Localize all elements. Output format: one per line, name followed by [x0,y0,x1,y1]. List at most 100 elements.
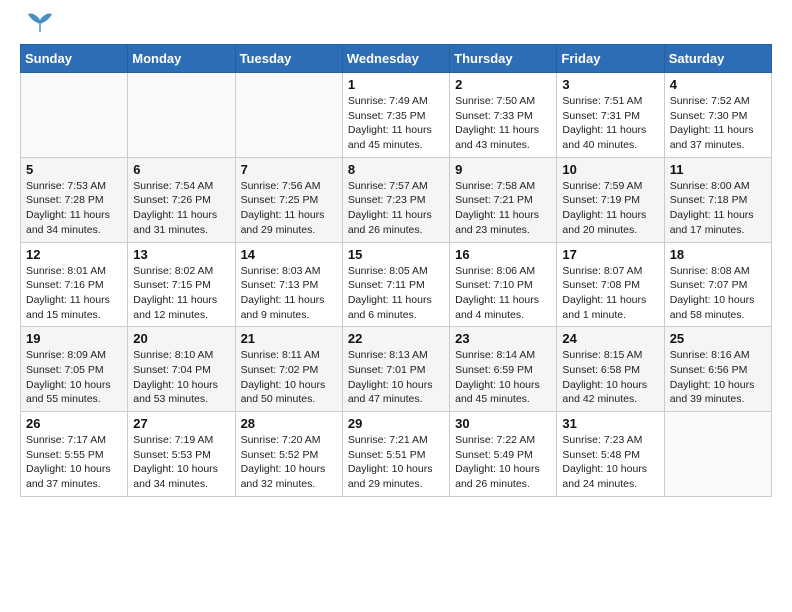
day-number: 6 [133,162,229,177]
day-info: Sunrise: 7:19 AM Sunset: 5:53 PM Dayligh… [133,433,229,492]
calendar-cell: 7Sunrise: 7:56 AM Sunset: 7:25 PM Daylig… [235,157,342,242]
calendar-cell: 29Sunrise: 7:21 AM Sunset: 5:51 PM Dayli… [342,412,449,497]
calendar-cell: 18 Sunrise: 8:08 AM Sunset: 7:07 PM Dayli… [664,242,771,327]
day-info: Sunrise: 7:54 AM Sunset: 7:26 PM Dayligh… [133,179,229,238]
calendar-cell: 25 Sunrise: 8:16 AM Sunset: 6:56 PM Dayli… [664,327,771,412]
day-info: Sunrise: 8:14 AM Sunset: 6:59 PM Dayligh… [455,348,551,407]
day-number: 11 [670,162,766,177]
day-number: 8 [348,162,444,177]
calendar-cell: 23 Sunrise: 8:14 AM Sunset: 6:59 PM Dayli… [450,327,557,412]
page-header [20,20,772,34]
day-info: Sunrise: 8:07 AM Sunset: 7:08 PM Dayligh… [562,264,658,323]
calendar-cell: 11 Sunrise: 8:00 AM Sunset: 7:18 PM Dayli… [664,157,771,242]
day-info: Sunrise: 7:52 AM Sunset: 7:30 PM Dayligh… [670,94,766,153]
calendar-cell: 9 Sunrise: 7:58 AM Sunset: 7:21 PM Daylig… [450,157,557,242]
day-number: 17 [562,247,658,262]
weekday-header-row: SundayMondayTuesdayWednesdayThursdayFrid… [21,45,772,73]
day-info: Sunrise: 8:10 AM Sunset: 7:04 PM Dayligh… [133,348,229,407]
day-number: 5 [26,162,122,177]
calendar-cell: 12 Sunrise: 8:01 AM Sunset: 7:16 PM Dayli… [21,242,128,327]
calendar-table: SundayMondayTuesdayWednesdayThursdayFrid… [20,44,772,497]
calendar-cell: 21 Sunrise: 8:11 AM Sunset: 7:02 PM Dayli… [235,327,342,412]
calendar-cell: 15 Sunrise: 8:05 AM Sunset: 7:11 PM Dayli… [342,242,449,327]
day-info: Sunrise: 8:01 AM Sunset: 7:16 PM Dayligh… [26,264,122,323]
weekday-header: Friday [557,45,664,73]
day-info: Sunrise: 7:22 AM Sunset: 5:49 PM Dayligh… [455,433,551,492]
calendar-cell: 3 Sunrise: 7:51 AM Sunset: 7:31 PM Daylig… [557,73,664,158]
calendar-cell: 30 Sunrise: 7:22 AM Sunset: 5:49 PM Dayli… [450,412,557,497]
day-number: 18 [670,247,766,262]
day-info: Sunrise: 8:06 AM Sunset: 7:10 PM Dayligh… [455,264,551,323]
logo-bird-icon [24,12,56,34]
calendar-week-row: 5Sunrise: 7:53 AM Sunset: 7:28 PM Daylig… [21,157,772,242]
day-number: 22 [348,331,444,346]
day-number: 10 [562,162,658,177]
logo [20,20,56,34]
day-info: Sunrise: 8:03 AM Sunset: 7:13 PM Dayligh… [241,264,337,323]
day-number: 9 [455,162,551,177]
day-number: 23 [455,331,551,346]
day-number: 16 [455,247,551,262]
calendar-week-row: 26Sunrise: 7:17 AM Sunset: 5:55 PM Dayli… [21,412,772,497]
day-info: Sunrise: 8:16 AM Sunset: 6:56 PM Dayligh… [670,348,766,407]
day-info: Sunrise: 7:56 AM Sunset: 7:25 PM Dayligh… [241,179,337,238]
day-number: 3 [562,77,658,92]
day-number: 25 [670,331,766,346]
day-info: Sunrise: 7:23 AM Sunset: 5:48 PM Dayligh… [562,433,658,492]
day-number: 2 [455,77,551,92]
calendar-cell: 4 Sunrise: 7:52 AM Sunset: 7:30 PM Daylig… [664,73,771,158]
day-info: Sunrise: 7:59 AM Sunset: 7:19 PM Dayligh… [562,179,658,238]
day-number: 27 [133,416,229,431]
calendar-cell: 26Sunrise: 7:17 AM Sunset: 5:55 PM Dayli… [21,412,128,497]
weekday-header: Monday [128,45,235,73]
day-number: 29 [348,416,444,431]
day-number: 28 [241,416,337,431]
calendar-cell: 22Sunrise: 8:13 AM Sunset: 7:01 PM Dayli… [342,327,449,412]
calendar-week-row: 1 Sunrise: 7:49 AM Sunset: 7:35 PM Daylig… [21,73,772,158]
calendar-cell: 10 Sunrise: 7:59 AM Sunset: 7:19 PM Dayli… [557,157,664,242]
day-number: 30 [455,416,551,431]
calendar-cell: 19 Sunrise: 8:09 AM Sunset: 7:05 PM Dayli… [21,327,128,412]
day-info: Sunrise: 7:57 AM Sunset: 7:23 PM Dayligh… [348,179,444,238]
weekday-header: Tuesday [235,45,342,73]
calendar-cell [128,73,235,158]
day-info: Sunrise: 8:00 AM Sunset: 7:18 PM Dayligh… [670,179,766,238]
calendar-cell [235,73,342,158]
calendar-cell: 16 Sunrise: 8:06 AM Sunset: 7:10 PM Dayli… [450,242,557,327]
day-number: 15 [348,247,444,262]
calendar-cell [664,412,771,497]
calendar-cell: 20 Sunrise: 8:10 AM Sunset: 7:04 PM Dayli… [128,327,235,412]
weekday-header: Thursday [450,45,557,73]
calendar-cell: 17 Sunrise: 8:07 AM Sunset: 7:08 PM Dayli… [557,242,664,327]
day-info: Sunrise: 7:49 AM Sunset: 7:35 PM Dayligh… [348,94,444,153]
day-number: 13 [133,247,229,262]
day-number: 12 [26,247,122,262]
weekday-header: Sunday [21,45,128,73]
day-number: 14 [241,247,337,262]
calendar-cell: 8 Sunrise: 7:57 AM Sunset: 7:23 PM Daylig… [342,157,449,242]
day-info: Sunrise: 8:09 AM Sunset: 7:05 PM Dayligh… [26,348,122,407]
weekday-header: Wednesday [342,45,449,73]
calendar-cell: 1 Sunrise: 7:49 AM Sunset: 7:35 PM Daylig… [342,73,449,158]
calendar-cell: 5Sunrise: 7:53 AM Sunset: 7:28 PM Daylig… [21,157,128,242]
day-info: Sunrise: 8:05 AM Sunset: 7:11 PM Dayligh… [348,264,444,323]
day-info: Sunrise: 7:50 AM Sunset: 7:33 PM Dayligh… [455,94,551,153]
calendar-cell: 31Sunrise: 7:23 AM Sunset: 5:48 PM Dayli… [557,412,664,497]
day-info: Sunrise: 8:08 AM Sunset: 7:07 PM Dayligh… [670,264,766,323]
calendar-cell [21,73,128,158]
day-info: Sunrise: 7:51 AM Sunset: 7:31 PM Dayligh… [562,94,658,153]
day-info: Sunrise: 8:02 AM Sunset: 7:15 PM Dayligh… [133,264,229,323]
day-info: Sunrise: 8:11 AM Sunset: 7:02 PM Dayligh… [241,348,337,407]
day-number: 20 [133,331,229,346]
day-info: Sunrise: 7:58 AM Sunset: 7:21 PM Dayligh… [455,179,551,238]
day-number: 1 [348,77,444,92]
calendar-week-row: 12 Sunrise: 8:01 AM Sunset: 7:16 PM Dayli… [21,242,772,327]
calendar-cell: 13 Sunrise: 8:02 AM Sunset: 7:15 PM Dayli… [128,242,235,327]
day-number: 4 [670,77,766,92]
calendar-week-row: 19 Sunrise: 8:09 AM Sunset: 7:05 PM Dayli… [21,327,772,412]
calendar-cell: 2 Sunrise: 7:50 AM Sunset: 7:33 PM Daylig… [450,73,557,158]
day-number: 21 [241,331,337,346]
day-number: 24 [562,331,658,346]
day-number: 19 [26,331,122,346]
calendar-cell: 14 Sunrise: 8:03 AM Sunset: 7:13 PM Dayli… [235,242,342,327]
